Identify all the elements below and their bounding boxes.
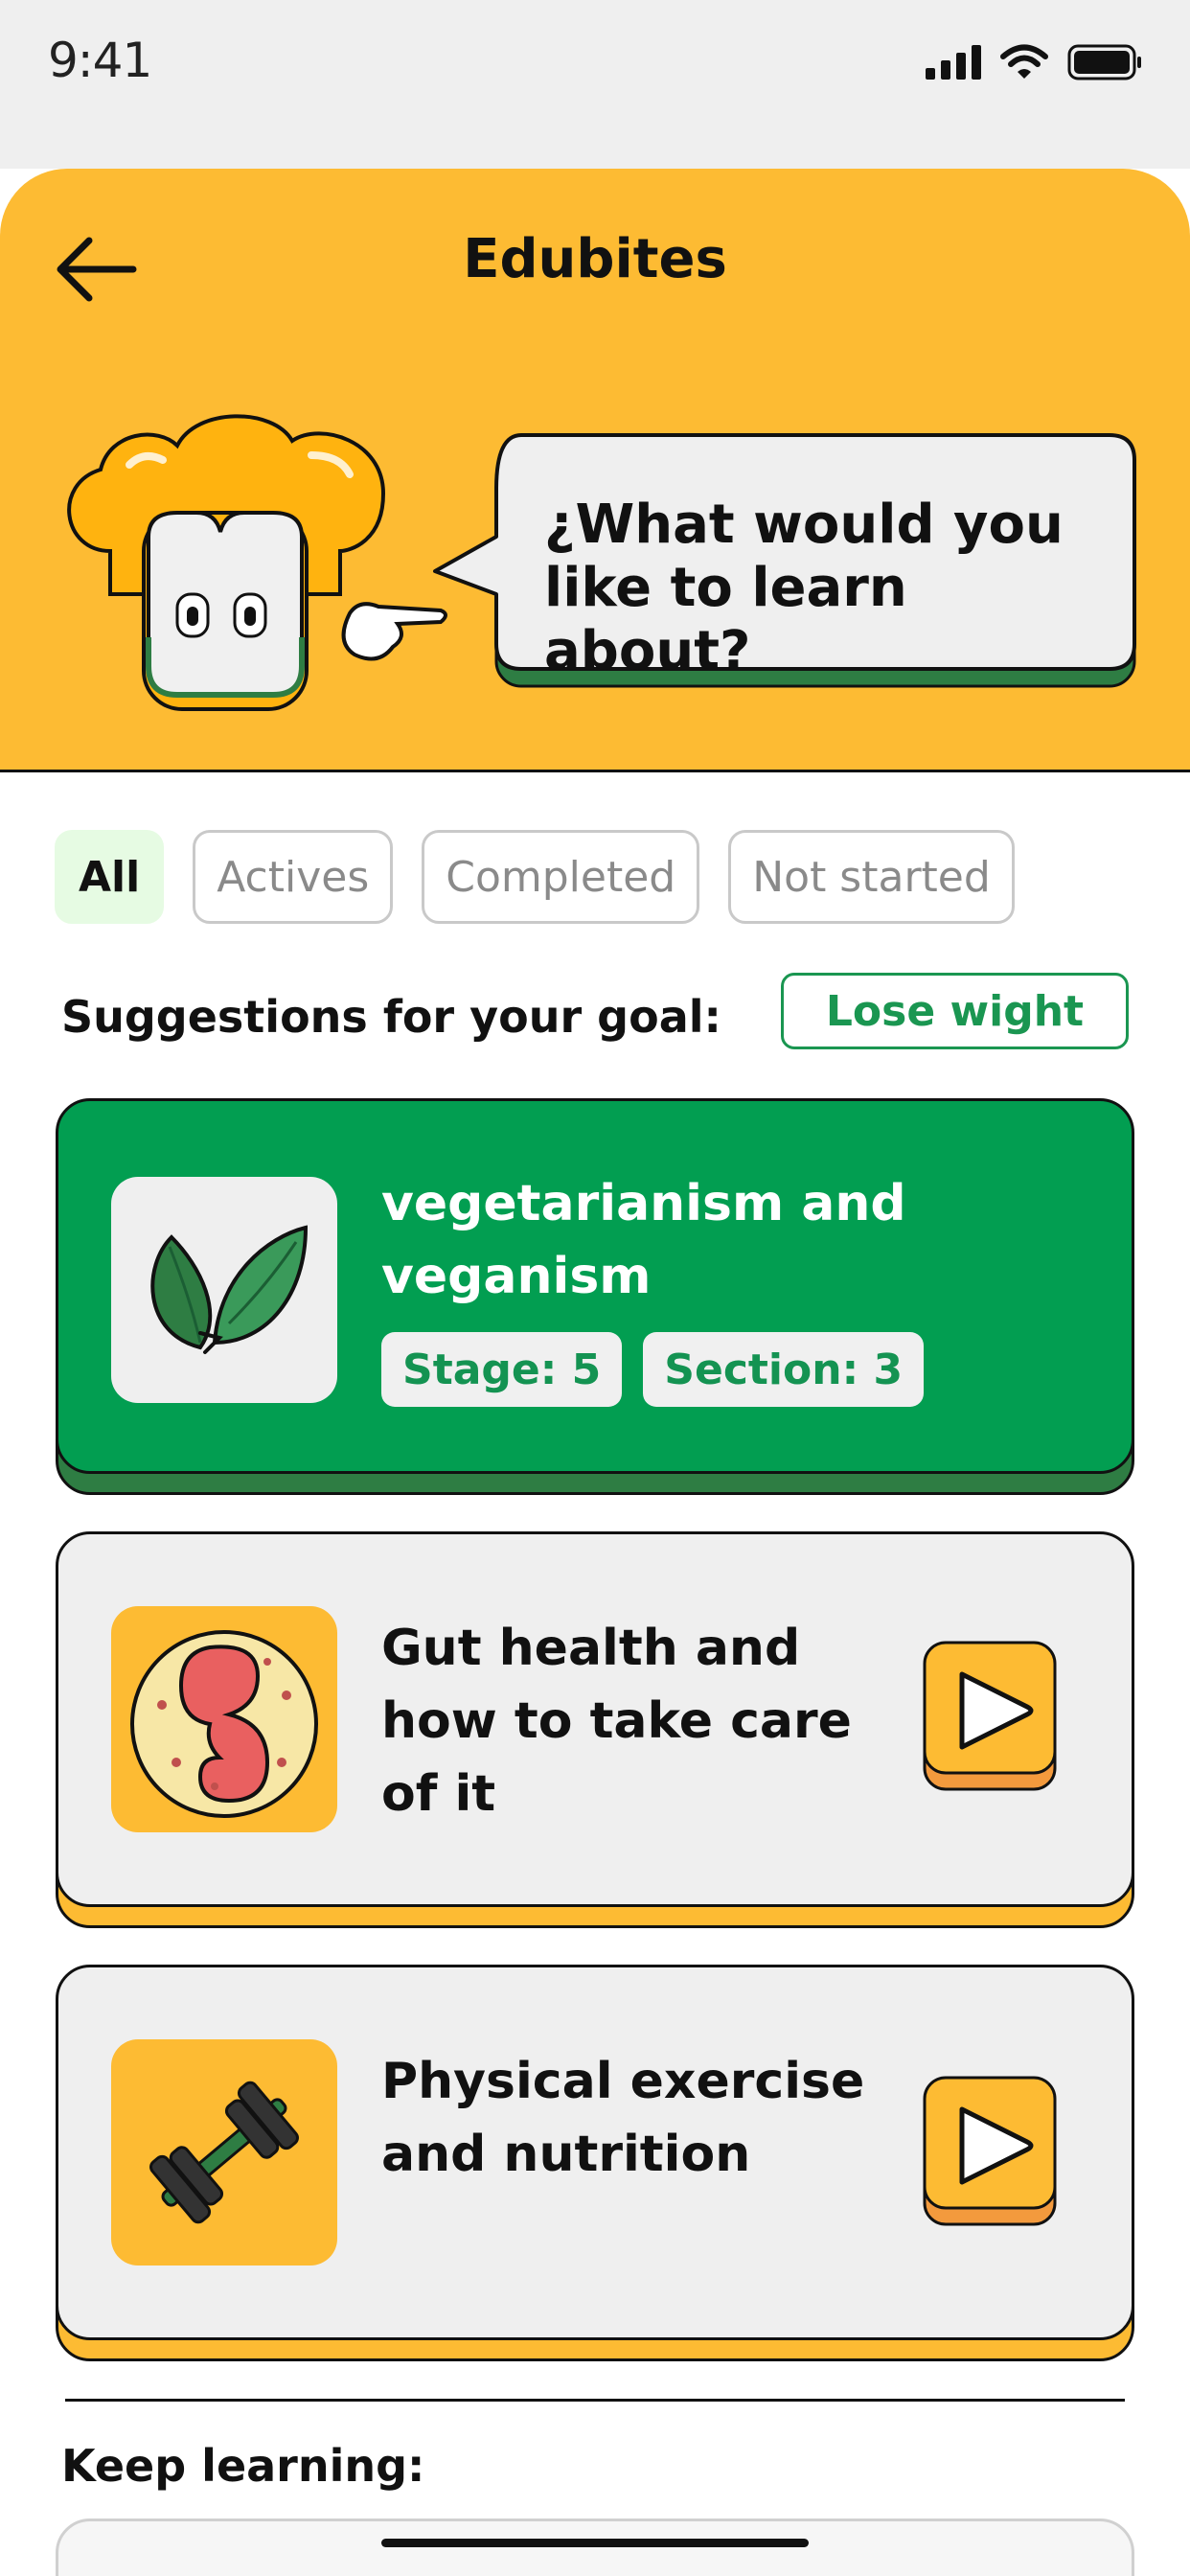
stage-badge: Stage: 5 [381, 1332, 623, 1407]
keep-learning-label: Keep learning: [61, 2440, 425, 2492]
filter-completed[interactable]: Completed [422, 830, 700, 924]
goal-badge[interactable]: Lose wight [781, 973, 1129, 1049]
battery-icon [1067, 44, 1141, 80]
course-card-gut-health[interactable]: Gut health and how to take care of it [56, 1531, 1134, 1928]
card-icon-box [111, 1177, 337, 1403]
filter-actives[interactable]: Actives [193, 830, 394, 924]
section-badge: Section: 3 [643, 1332, 925, 1407]
status-icons [926, 44, 1142, 80]
filter-all[interactable]: All [55, 830, 165, 924]
divider [65, 2399, 1125, 2402]
gut-icon [130, 1630, 318, 1818]
play-button[interactable] [922, 2075, 1058, 2228]
page-title: Edubites [463, 228, 727, 290]
card-title: vegetarianism and veganism [381, 1175, 906, 1305]
wifi-icon [1000, 44, 1048, 79]
card-title: Physical exercise and nutrition [381, 2053, 865, 2183]
play-button[interactable] [922, 1640, 1058, 1793]
leaves-icon [150, 1225, 309, 1354]
course-card-vegetarianism[interactable]: vegetarianism and veganism Stage: 5 Sect… [56, 1098, 1134, 1495]
prompt-text: ¿What would you like to learn about? [544, 494, 1064, 682]
goal-label: Suggestions for your goal: [61, 991, 721, 1043]
filter-tabs: All Actives Completed Not started [55, 830, 1015, 924]
home-indicator[interactable] [381, 2539, 809, 2547]
status-bar: 9:41 [0, 0, 1190, 169]
signal-icon [926, 45, 981, 80]
chef-mascot-illustration [67, 414, 447, 711]
keep-learning-card[interactable] [56, 2518, 1134, 2576]
filter-not-started[interactable]: Not started [728, 830, 1015, 924]
course-card-exercise[interactable]: Physical exercise and nutrition [56, 1965, 1134, 2361]
dumbbell-icon [149, 2081, 299, 2224]
card-icon-box [111, 1606, 337, 1832]
card-tags: Stage: 5 Section: 3 [381, 1332, 925, 1407]
card-title: Gut health and how to take care of it [381, 1620, 852, 1823]
card-icon-box [111, 2039, 337, 2266]
status-time: 9:41 [48, 33, 152, 88]
